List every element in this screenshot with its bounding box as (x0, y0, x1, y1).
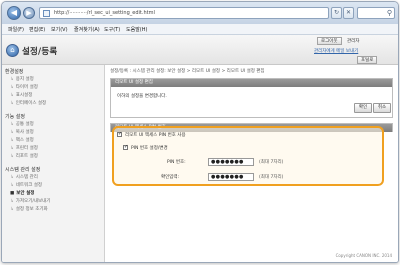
sidebar-item-printer[interactable]: ↳ 프린터 설정 (10, 145, 38, 151)
sidebar-item-report[interactable]: ↳ 리포트 설정 (10, 153, 38, 159)
portal-button[interactable]: 포털로 (357, 56, 378, 64)
pin-input[interactable]: ●●●●●●● (208, 158, 254, 166)
sidebar: 환경설정 ↳ 용지 설정 ↳ 타이머 설정 ↳ 표시설정 ↳ 인터페이스 설정 기능 설… (2, 65, 105, 262)
browser-window: ◀ ▶ http://···········/rl_sec_ui_setting… (1, 1, 399, 263)
edit-panel-title: 리모트 UI 설정 편집 (111, 79, 392, 87)
sidebar-item-paper[interactable]: ↳ 용지 설정 (10, 76, 34, 82)
sidebar-item-system-manage[interactable]: ↳ 시스템 관리 (10, 174, 38, 180)
sidebar-section-environment[interactable]: 환경설정 (5, 68, 23, 75)
back-button[interactable]: ◀ (7, 6, 21, 20)
sidebar-item-security[interactable]: ■ 보안 설정 (10, 190, 34, 196)
sidebar-item-display[interactable]: ↳ 표시설정 (10, 92, 32, 98)
menu-bar: 파일(F) 편집(E) 보기(V) 즐겨찾기(A) 도구(T) 도움말(H) (2, 24, 398, 35)
use-pin-label: 리모트 UI 액세스 PIN 번호 사용 (125, 133, 186, 138)
menu-view[interactable]: 보기(V) (51, 26, 68, 33)
admin-user-label: 관리자 (347, 39, 360, 44)
copyright: Copyright CANON INC. 2014 (335, 253, 392, 258)
forward-button[interactable]: ▶ (23, 7, 35, 19)
sidebar-section-system[interactable]: 시스템 관리 설정 (5, 166, 40, 173)
ok-button[interactable]: 확인 (354, 103, 372, 113)
set-pin-label: PIN 번호 설정/변경 (131, 146, 168, 151)
sidebar-section-function[interactable]: 기능 설정 (5, 113, 25, 120)
edit-message: 이하의 설정을 변경합니다. (117, 94, 167, 99)
confirm-pin-hint: (최대 7자리) (259, 175, 284, 180)
address-bar[interactable]: http://···········/rl_sec_ui_setting_edi… (39, 7, 329, 19)
menu-tools[interactable]: 도구(T) (104, 26, 120, 33)
logout-button[interactable]: 로그아웃 (317, 37, 342, 45)
sidebar-item-reset[interactable]: ↳ 설정 정보 초기화 (10, 206, 48, 212)
edit-panel: 리모트 UI 설정 편집 이하의 설정을 변경합니다. 확인 취소 (110, 78, 393, 118)
menu-help[interactable]: 도움말(H) (126, 26, 147, 33)
stop-icon[interactable]: ✕ (343, 7, 354, 19)
mail-admin-link[interactable]: 관리자에게 메일 보내기 (314, 48, 358, 54)
page-title: 설정/등록 (22, 47, 58, 57)
page-icon (43, 10, 50, 17)
search-input[interactable]: ⚲ (357, 7, 395, 19)
menu-file[interactable]: 파일(F) (8, 26, 24, 33)
sidebar-item-common[interactable]: ↳ 공통 설정 (10, 121, 34, 127)
sidebar-item-interface[interactable]: ↳ 인터페이스 설정 (10, 100, 46, 106)
cancel-button[interactable]: 취소 (373, 103, 391, 113)
confirm-pin-label: 확인입력: (161, 175, 180, 180)
sidebar-item-copy[interactable]: ↳ 복사 설정 (10, 129, 34, 135)
menu-favorites[interactable]: 즐겨찾기(A) (74, 26, 100, 33)
pin-label: PIN 번호: (167, 160, 186, 165)
menu-edit[interactable]: 편집(E) (29, 26, 45, 33)
refresh-icon[interactable]: ↻ (331, 7, 342, 19)
sidebar-item-fax[interactable]: ↳ 팩스 설정 (10, 137, 34, 143)
breadcrumb: 설정/등록 : 시스템 관리 설정: 보안 설정 > 리모트 UI 설정 > 리… (110, 69, 265, 74)
sidebar-item-network[interactable]: ↳ 네트워크 설정 (10, 182, 42, 188)
sidebar-item-timer[interactable]: ↳ 타이머 설정 (10, 84, 38, 90)
home-icon[interactable]: ⌂ (6, 44, 19, 57)
sidebar-item-import-export[interactable]: ↳ 가져오기/내보내기 (10, 198, 50, 204)
pin-hint: (최대 7자리) (259, 160, 284, 165)
set-pin-checkbox[interactable] (123, 144, 128, 150)
page-header: ⌂ 설정/등록 로그아웃 관리자 관리자에게 메일 보내기 포털로 (2, 35, 398, 65)
use-pin-checkbox[interactable] (117, 131, 122, 137)
browser-toolbar: ◀ ▶ http://···········/rl_sec_ui_setting… (2, 2, 398, 24)
confirm-pin-input[interactable]: ●●●●●●● (208, 173, 254, 181)
search-icon: ⚲ (386, 9, 392, 17)
url-text: http://···········/rl_sec_ui_setting_edi… (54, 10, 155, 16)
